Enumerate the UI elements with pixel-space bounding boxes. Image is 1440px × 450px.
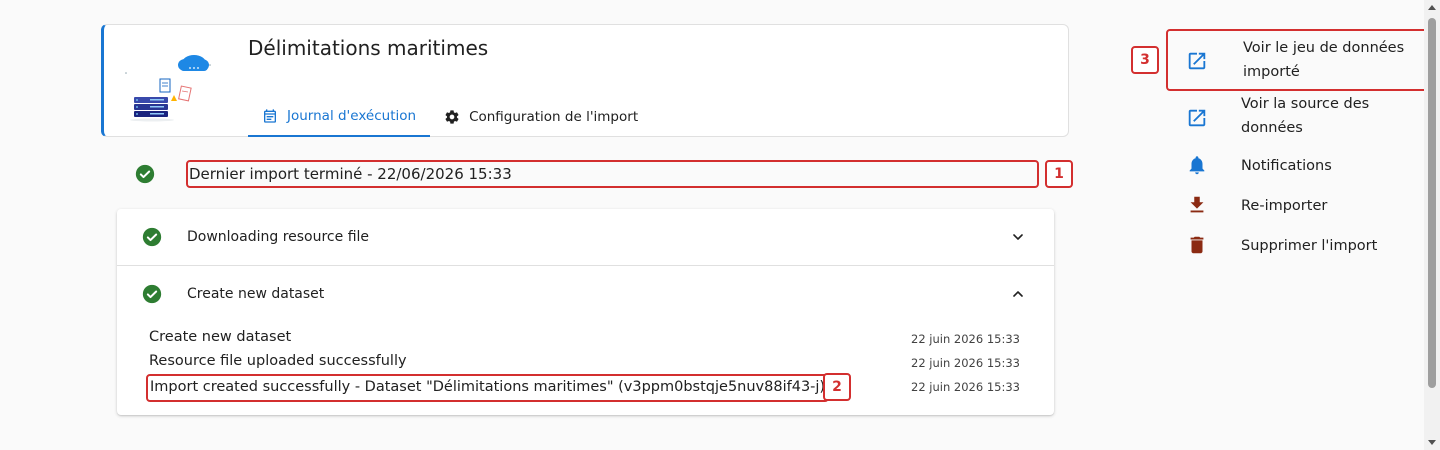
download-icon xyxy=(1190,196,1204,213)
bell-icon xyxy=(1189,156,1205,175)
tab-execution-log[interactable]: Journal d'exécution xyxy=(248,97,431,137)
annotation-marker-3: 3 xyxy=(1131,46,1159,74)
view-data-source-link[interactable]: Voir la source des données xyxy=(1166,91,1424,145)
import-actions: Voir le jeu de données importé Voir la so… xyxy=(1166,29,1428,265)
action-label: Voir la source des données xyxy=(1241,96,1370,136)
tab-import-configuration[interactable]: Configuration de l'import xyxy=(430,97,652,137)
action-label: Notifications xyxy=(1241,158,1332,174)
log-date: 22 juin 2026 15:33 xyxy=(911,380,1020,394)
import-header-card: Délimitations maritimes Journal d'exécut… xyxy=(101,24,1069,137)
log-date: 22 juin 2026 15:33 xyxy=(911,356,1020,370)
tab-label: Journal d'exécution xyxy=(287,108,417,124)
annotation-marker-2: 2 xyxy=(823,373,851,401)
last-import-status-text: Dernier import terminé - 22/06/2026 15:3… xyxy=(186,160,1039,188)
log-date: 22 juin 2026 15:33 xyxy=(911,332,1020,346)
step-log: Create new dataset 22 juin 2026 15:33 Re… xyxy=(146,327,1020,402)
check-circle-icon xyxy=(135,164,155,184)
open-external-icon xyxy=(1188,52,1206,70)
check-circle-icon xyxy=(142,227,162,247)
log-entry: Create new dataset 22 juin 2026 15:33 xyxy=(149,327,1020,351)
annotation-marker-1: 1 xyxy=(1045,160,1073,188)
page-title: Délimitations maritimes xyxy=(248,36,489,60)
action-label: Supprimer l'import xyxy=(1241,238,1378,254)
trash-icon xyxy=(1190,236,1204,254)
calendar-icon xyxy=(264,109,276,123)
delete-import-button[interactable]: Supprimer l'import xyxy=(1166,225,1424,265)
cloud-server-illustration xyxy=(125,55,211,122)
step-downloading-resource[interactable]: Downloading resource file xyxy=(117,209,1054,265)
vertical-scrollbar[interactable] xyxy=(1424,0,1440,450)
action-label: Voir le jeu de données importé xyxy=(1243,40,1405,80)
open-external-icon xyxy=(1188,109,1206,127)
gear-icon xyxy=(445,110,459,124)
chevron-up-icon[interactable] xyxy=(1010,286,1026,302)
log-message: Resource file uploaded successfully xyxy=(149,353,407,369)
tab-label: Configuration de l'import xyxy=(469,109,639,125)
step-label: Create new dataset xyxy=(187,285,325,302)
log-entry: Resource file uploaded successfully 22 j… xyxy=(149,351,1020,375)
scroll-up-arrow-icon[interactable] xyxy=(1428,5,1436,10)
log-message: Import created successfully - Dataset "D… xyxy=(146,374,830,402)
check-circle-icon xyxy=(142,284,162,303)
scroll-down-arrow-icon[interactable] xyxy=(1428,440,1436,445)
chevron-down-icon[interactable] xyxy=(1010,229,1026,245)
reimport-button[interactable]: Re-importer xyxy=(1166,185,1424,225)
import-steps-panel: Downloading resource file Create new dat… xyxy=(117,209,1054,415)
view-imported-dataset-link[interactable]: Voir le jeu de données importé xyxy=(1166,29,1428,91)
notifications-button[interactable]: Notifications xyxy=(1166,145,1424,185)
tab-bar: Journal d'exécution Configuration de l'i… xyxy=(248,97,652,137)
action-label: Re-importer xyxy=(1241,198,1328,214)
step-label: Downloading resource file xyxy=(187,229,370,245)
step-create-dataset[interactable]: Create new dataset xyxy=(117,265,1054,321)
log-entry: Import created successfully - Dataset "D… xyxy=(146,374,1020,402)
log-message: Create new dataset xyxy=(149,329,292,345)
scrollbar-thumb[interactable] xyxy=(1428,18,1436,388)
